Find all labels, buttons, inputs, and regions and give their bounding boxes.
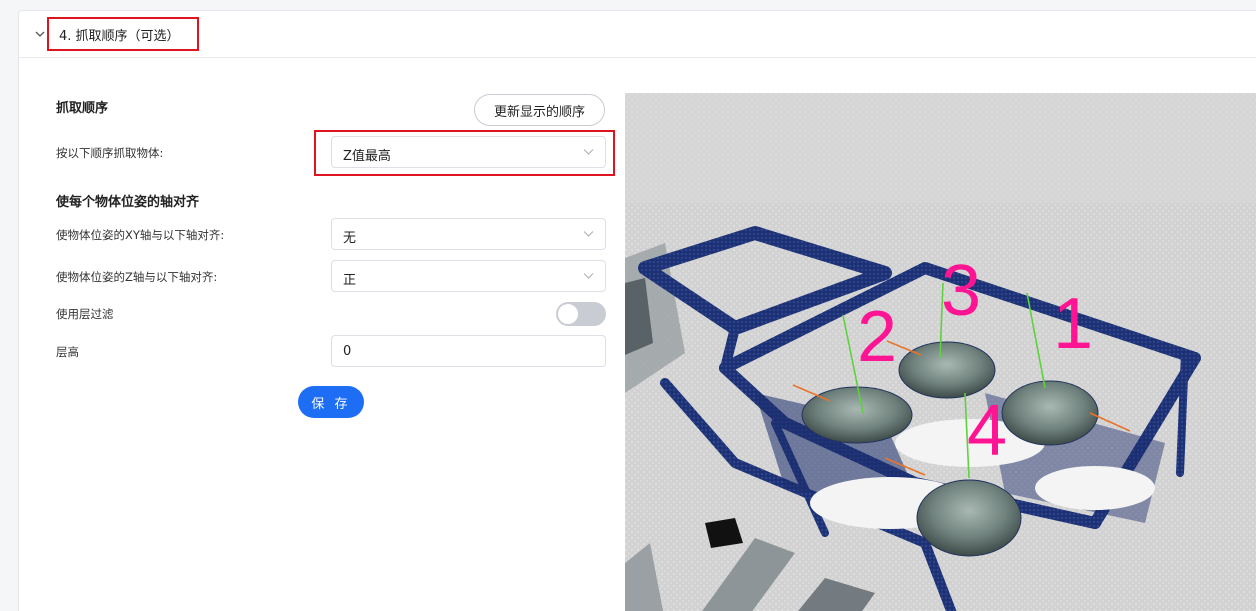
order-label-1: 1: [1053, 284, 1093, 364]
chevron-down-icon: [583, 273, 594, 279]
order-label-4: 4: [967, 391, 1007, 471]
align-heading: 使每个物体位姿的轴对齐: [56, 195, 200, 210]
layer-height-label: 层高: [56, 345, 79, 359]
layer-filter-label: 使用层过滤: [56, 307, 114, 321]
layer-height-input[interactable]: 0: [331, 335, 606, 367]
xy-align-label: 使物体位姿的XY轴与以下轴对齐:: [56, 228, 225, 242]
order-select[interactable]: Z值最高: [331, 136, 606, 168]
order-label-3: 3: [941, 251, 981, 331]
xy-align-select[interactable]: 无: [331, 218, 606, 250]
section-title: 4. 抓取顺序（可选）: [59, 29, 180, 44]
xy-align-value: 无: [343, 231, 357, 246]
refresh-order-button[interactable]: 更新显示的顺序: [474, 94, 605, 126]
section-header[interactable]: 4. 抓取顺序（可选）: [19, 11, 1256, 58]
point-cloud-viewer[interactable]: 1 2 3 4: [625, 93, 1256, 611]
point-cloud-canvas: 1 2 3 4: [625, 93, 1256, 611]
order-label: 按以下顺序抓取物体:: [56, 146, 164, 160]
layer-height-value: 0: [343, 344, 352, 359]
grab-order-heading: 抓取顺序: [56, 101, 109, 116]
order-select-value: Z值最高: [343, 149, 391, 164]
grab-order-panel: 4. 抓取顺序（可选） 抓取顺序 更新显示的顺序 按以下顺序抓取物体: Z值最高…: [18, 10, 1256, 611]
chevron-down-icon: [583, 149, 594, 155]
layer-filter-toggle[interactable]: [556, 302, 606, 326]
z-align-label: 使物体位姿的Z轴与以下轴对齐:: [56, 270, 218, 284]
z-align-value: 正: [343, 273, 357, 288]
save-button[interactable]: 保 存: [298, 386, 364, 418]
chevron-down-icon: [583, 231, 594, 237]
chevron-down-icon[interactable]: [33, 27, 47, 41]
order-label-2: 2: [857, 297, 897, 377]
z-align-select[interactable]: 正: [331, 260, 606, 292]
toggle-knob: [558, 304, 578, 324]
